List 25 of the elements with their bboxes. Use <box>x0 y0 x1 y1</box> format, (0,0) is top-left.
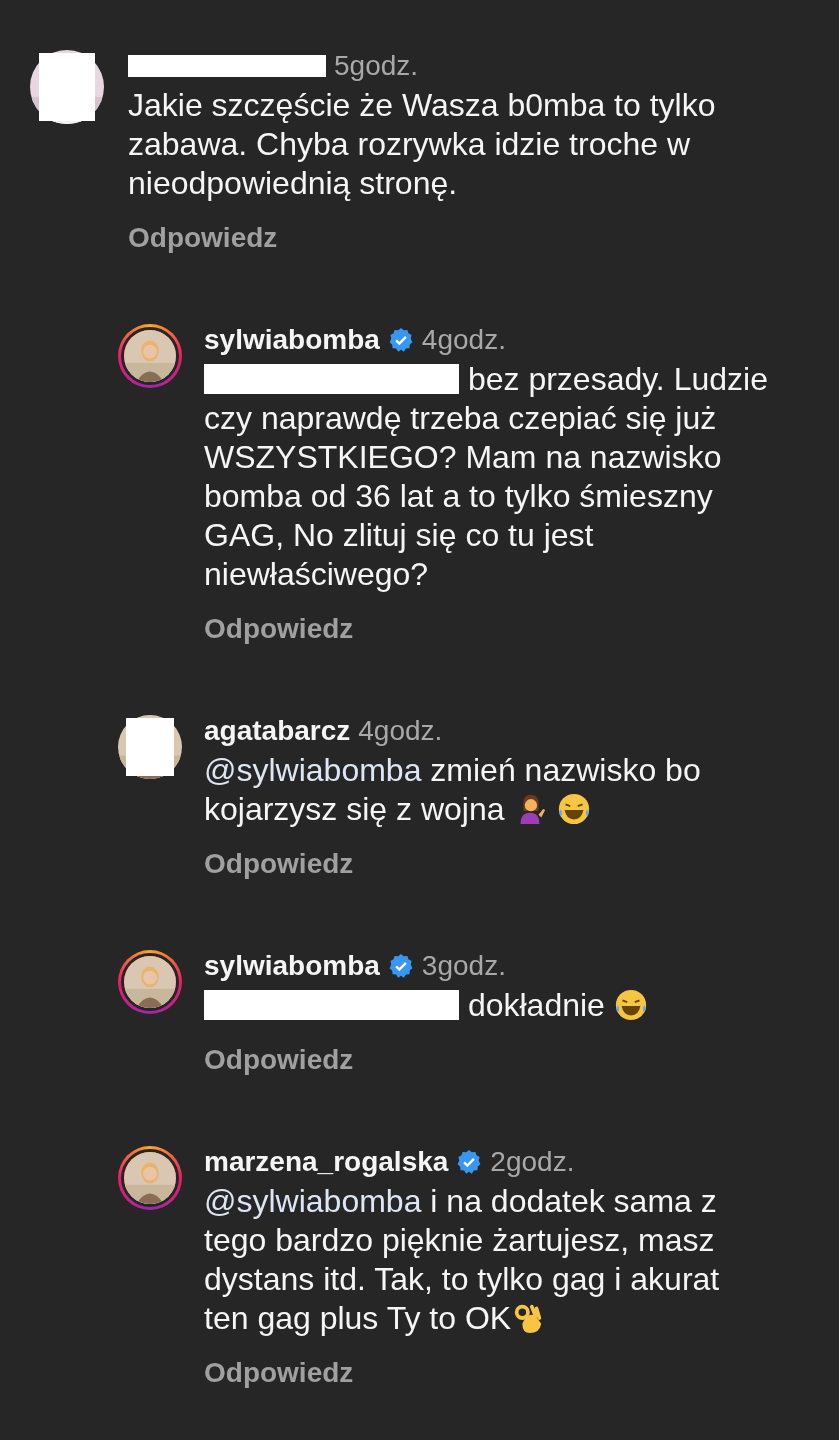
comment-text: @sylwiabomba i na dodatek sama z tego bardzo pięknie żartujesz, masz dystans itd. Tak, to tylko gag i akurat ten gag plus Ty to OK <box>204 1182 720 1338</box>
comment-time: 4godz. <box>358 715 443 747</box>
reply-link[interactable]: Odpowiedz <box>204 613 354 645</box>
comment-text: dokładnie <box>204 986 658 1025</box>
reply-link[interactable]: Odpowiedz <box>204 1044 354 1076</box>
username[interactable]: marzena_rogalska <box>204 1146 449 1178</box>
comment-time: 2godz. <box>490 1146 575 1178</box>
reply-link[interactable]: Odpowiedz <box>204 1357 354 1389</box>
comment-text: Jakie szczęście że Wasza b0mba to tylko zabawa. Chyba rozrywka idzie troche w nieodpowiednią stronę. <box>128 86 716 203</box>
comment-text: bez przesady. Ludzie czy naprawdę trzeba czepiać się już WSZYSTKIEGO? Mam na nazwisko bomba od 36 lat a to tylko śmieszny GAG, No zlituj się co tu jest niewłaściwego? <box>204 360 768 594</box>
redaction-box <box>125 717 175 777</box>
redaction-box <box>38 52 96 122</box>
laughing-face-icon <box>613 988 648 1022</box>
username[interactable]: agatabarcz <box>204 715 351 747</box>
reply-link[interactable]: Odpowiedz <box>128 222 278 254</box>
comment-time: 5godz. <box>334 50 419 82</box>
mention-link[interactable]: @sylwiabomba <box>204 1183 422 1219</box>
username[interactable]: sylwiabomba <box>204 324 380 356</box>
username[interactable]: sylwiabomba <box>204 950 380 982</box>
laughing-face-icon <box>557 792 592 826</box>
comment-text: @sylwiabomba zmień nazwisko bo kojarzysz się z wojna <box>204 751 701 829</box>
mention-link[interactable]: @sylwiabomba <box>204 752 422 788</box>
comment-time: 3godz. <box>421 950 506 982</box>
reply-link[interactable]: Odpowiedz <box>204 848 354 880</box>
comment-time: 4godz. <box>421 324 506 356</box>
